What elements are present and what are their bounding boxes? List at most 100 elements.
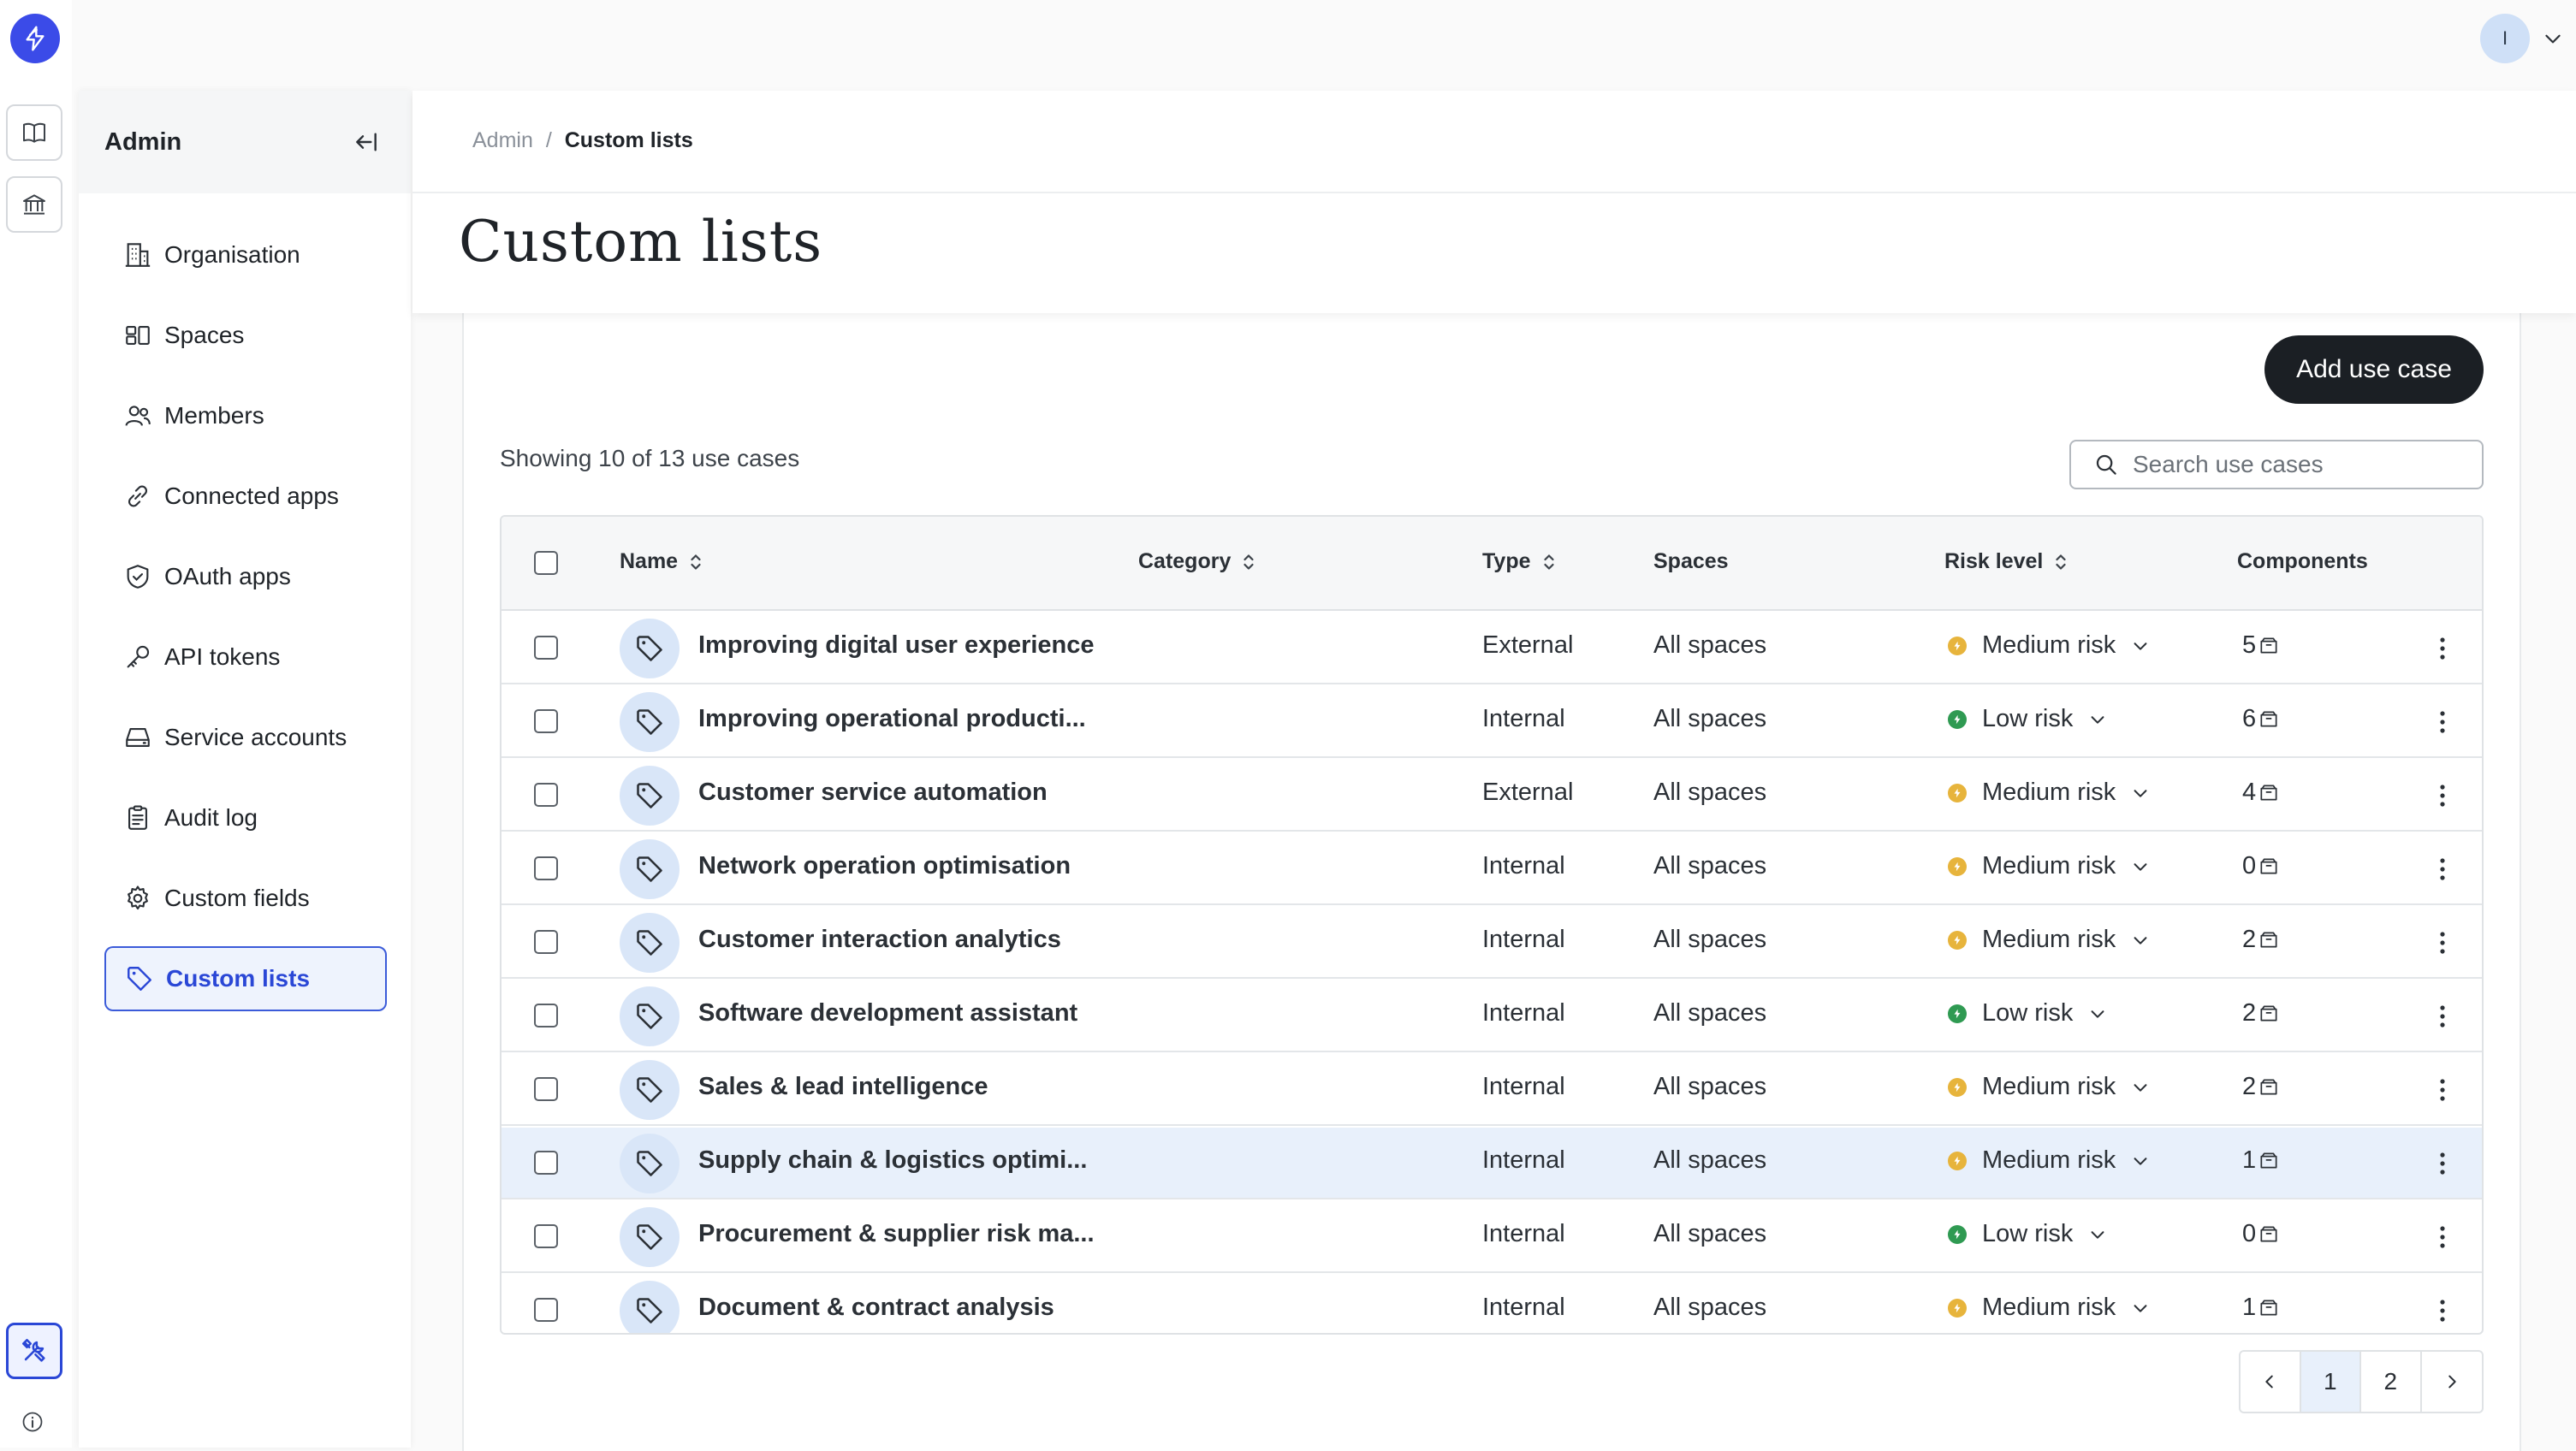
nav-item-api-tokens[interactable]: API tokens bbox=[104, 625, 387, 690]
risk-level-dropdown[interactable]: Low risk bbox=[1948, 999, 2107, 1028]
use-case-name[interactable]: Sales & lead intelligence bbox=[698, 1073, 988, 1101]
risk-level-dropdown[interactable]: Medium risk bbox=[1948, 779, 2150, 807]
table-row[interactable]: Customer service automation External All s… bbox=[502, 760, 2482, 832]
kebab-icon bbox=[2439, 636, 2446, 661]
column-spaces-label: Spaces bbox=[1653, 549, 1729, 573]
use-case-name[interactable]: Procurement & supplier risk ma... bbox=[698, 1220, 1095, 1248]
app-rail bbox=[0, 0, 72, 1448]
tools-icon bbox=[21, 1338, 45, 1362]
nav-item-label: Audit log bbox=[164, 804, 258, 831]
table-row[interactable]: Supply chain & logistics optimi... Intern… bbox=[502, 1128, 2482, 1199]
nav-item-service-accounts[interactable]: Service accounts bbox=[104, 705, 387, 770]
table-row[interactable]: Document & contract analysis Internal All … bbox=[502, 1275, 2482, 1333]
row-actions-button[interactable] bbox=[2432, 1146, 2453, 1181]
rail-docs-button[interactable] bbox=[6, 104, 62, 161]
table-row[interactable]: Customer interaction analytics Internal Al… bbox=[502, 907, 2482, 979]
breadcrumb-admin-link[interactable]: Admin bbox=[472, 128, 533, 152]
help-button[interactable] bbox=[19, 1408, 46, 1436]
use-case-spaces: All spaces bbox=[1653, 926, 1767, 953]
row-checkbox[interactable] bbox=[534, 856, 558, 880]
risk-level-dropdown[interactable]: Medium risk bbox=[1948, 926, 2150, 954]
add-use-case-button[interactable]: Add use case bbox=[2264, 335, 2484, 404]
rail-institution-button[interactable] bbox=[6, 176, 62, 233]
table-row[interactable]: Sales & lead intelligence Internal All spa… bbox=[502, 1054, 2482, 1126]
nav-item-audit-log[interactable]: Audit log bbox=[104, 785, 387, 850]
risk-level-dropdown[interactable]: Low risk bbox=[1948, 1220, 2107, 1248]
risk-level-dropdown[interactable]: Medium risk bbox=[1948, 1146, 2150, 1175]
nav-item-label: API tokens bbox=[164, 643, 281, 670]
next-page-button[interactable] bbox=[2422, 1352, 2482, 1412]
row-actions-button[interactable] bbox=[2432, 852, 2453, 886]
previous-page-button[interactable] bbox=[2241, 1352, 2301, 1412]
page-1-button[interactable]: 1 bbox=[2300, 1352, 2361, 1412]
row-checkbox[interactable] bbox=[534, 709, 558, 733]
use-case-name[interactable]: Customer service automation bbox=[698, 779, 1048, 807]
tag-icon bbox=[620, 619, 680, 678]
search-icon bbox=[2096, 454, 2116, 475]
components-count: 1 bbox=[2242, 1294, 2280, 1322]
column-name[interactable]: Name bbox=[620, 549, 703, 574]
nav-item-label: Spaces bbox=[164, 322, 245, 348]
use-case-name[interactable]: Supply chain & logistics optimi... bbox=[698, 1146, 1087, 1175]
book-icon bbox=[23, 122, 45, 143]
risk-level-dropdown[interactable]: Medium risk bbox=[1948, 1294, 2150, 1322]
search-input[interactable] bbox=[2131, 450, 2473, 479]
collapse-sidebar-button[interactable] bbox=[349, 125, 383, 159]
table-row[interactable]: Procurement & supplier risk ma... Interna… bbox=[502, 1201, 2482, 1273]
nav-item-custom-fields[interactable]: Custom fields bbox=[104, 866, 387, 931]
user-menu-toggle[interactable] bbox=[2538, 26, 2567, 51]
row-checkbox[interactable] bbox=[534, 1224, 558, 1248]
nav-item-custom-lists[interactable]: Custom lists bbox=[104, 946, 387, 1011]
use-case-name[interactable]: Network operation optimisation bbox=[698, 852, 1071, 880]
row-checkbox[interactable] bbox=[534, 636, 558, 660]
row-checkbox[interactable] bbox=[534, 930, 558, 954]
row-checkbox[interactable] bbox=[534, 783, 558, 807]
column-name-label: Name bbox=[620, 549, 679, 573]
row-checkbox[interactable] bbox=[534, 1298, 558, 1322]
row-actions-button[interactable] bbox=[2432, 999, 2453, 1033]
column-type[interactable]: Type bbox=[1482, 549, 1557, 574]
column-risk-level[interactable]: Risk level bbox=[1944, 549, 2069, 574]
row-checkbox[interactable] bbox=[534, 1004, 558, 1028]
use-case-name[interactable]: Software development assistant bbox=[698, 999, 1077, 1028]
column-category[interactable]: Category bbox=[1138, 549, 1256, 574]
row-actions-button[interactable] bbox=[2432, 1294, 2453, 1328]
page-2-button[interactable]: 2 bbox=[2361, 1352, 2422, 1412]
risk-level-dropdown[interactable]: Low risk bbox=[1948, 705, 2107, 733]
row-actions-button[interactable] bbox=[2432, 779, 2453, 813]
user-avatar[interactable]: I bbox=[2480, 14, 2530, 63]
row-actions-button[interactable] bbox=[2432, 631, 2453, 666]
nav-item-spaces[interactable]: Spaces bbox=[104, 303, 387, 368]
risk-level-dropdown[interactable]: Medium risk bbox=[1948, 1073, 2150, 1101]
search-box[interactable] bbox=[2069, 440, 2484, 489]
table-row[interactable]: Improving operational producti... Interna… bbox=[502, 686, 2482, 758]
use-case-name[interactable]: Improving digital user experience bbox=[698, 631, 1095, 660]
row-actions-button[interactable] bbox=[2432, 1220, 2453, 1254]
tag-icon bbox=[620, 1207, 680, 1267]
table-row[interactable]: Software development assistant Internal Al… bbox=[502, 980, 2482, 1052]
kebab-icon bbox=[2439, 930, 2446, 956]
nav-item-connected-apps[interactable]: Connected apps bbox=[104, 464, 387, 529]
use-case-name[interactable]: Customer interaction analytics bbox=[698, 926, 1061, 954]
table-row[interactable]: Improving digital user experience Externa… bbox=[502, 613, 2482, 684]
row-actions-button[interactable] bbox=[2432, 705, 2453, 739]
risk-bolt-icon bbox=[1948, 1004, 1967, 1023]
nav-item-oauth-apps[interactable]: OAuth apps bbox=[104, 544, 387, 609]
select-all-checkbox[interactable] bbox=[534, 551, 558, 575]
row-actions-button[interactable] bbox=[2432, 1073, 2453, 1107]
row-checkbox[interactable] bbox=[534, 1151, 558, 1175]
risk-level-dropdown[interactable]: Medium risk bbox=[1948, 852, 2150, 880]
table-row[interactable]: Network operation optimisation Internal Al… bbox=[502, 833, 2482, 905]
nav-item-label: Service accounts bbox=[164, 724, 347, 750]
row-actions-button[interactable] bbox=[2432, 926, 2453, 960]
use-case-spaces: All spaces bbox=[1653, 1220, 1767, 1247]
row-checkbox[interactable] bbox=[534, 1077, 558, 1101]
app-logo[interactable] bbox=[10, 14, 60, 63]
nav-item-organisation[interactable]: Organisation bbox=[104, 222, 387, 287]
rail-admin-button[interactable] bbox=[6, 1323, 62, 1379]
use-case-name[interactable]: Document & contract analysis bbox=[698, 1294, 1054, 1322]
box-icon bbox=[2258, 708, 2280, 731]
nav-item-members[interactable]: Members bbox=[104, 383, 387, 448]
use-case-name[interactable]: Improving operational producti... bbox=[698, 705, 1086, 733]
risk-level-dropdown[interactable]: Medium risk bbox=[1948, 631, 2150, 660]
